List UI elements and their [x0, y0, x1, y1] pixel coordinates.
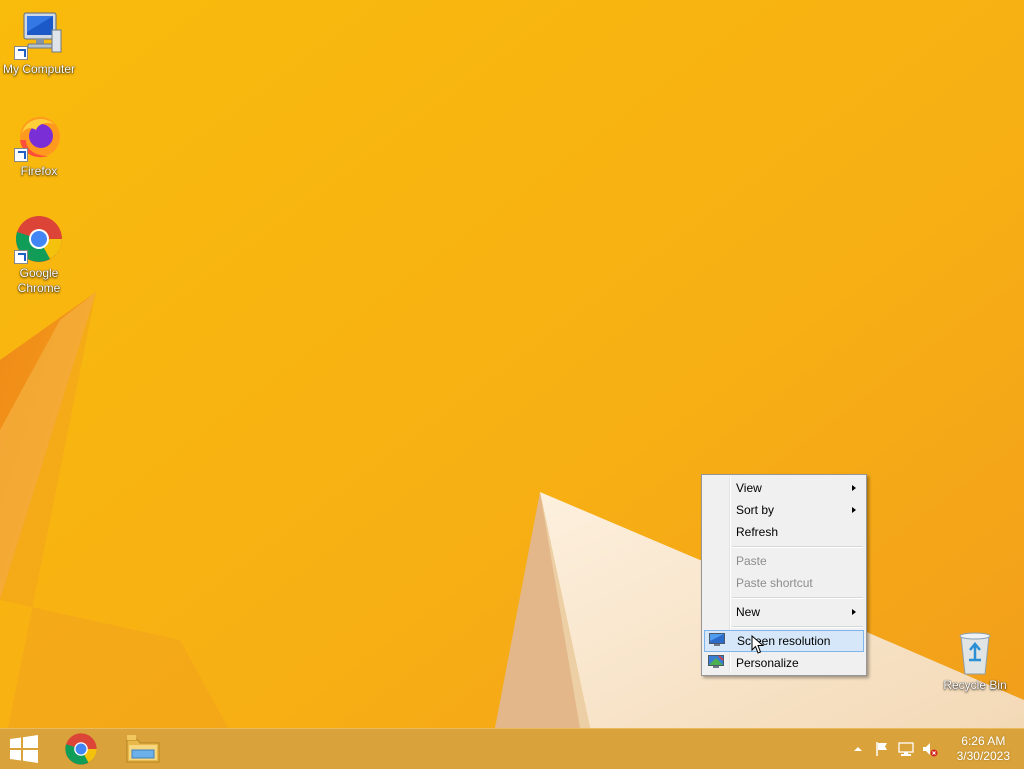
menu-item-paste-shortcut[interactable]: Paste shortcut — [704, 572, 864, 594]
action-center-flag-icon[interactable] — [874, 741, 890, 757]
shortcut-arrow-icon — [14, 46, 28, 60]
desktop-icon-label: Firefox — [20, 164, 58, 178]
desktop-wallpaper[interactable] — [0, 0, 1024, 768]
windows-logo-icon — [10, 735, 38, 763]
menu-item-view[interactable]: View — [704, 477, 864, 499]
show-hidden-icons-chevron[interactable] — [850, 741, 866, 757]
menu-item-label: Paste — [736, 554, 767, 568]
personalize-icon — [708, 655, 724, 668]
screen-resolution-icon — [709, 633, 725, 646]
recycle-bin-icon — [953, 630, 997, 676]
chrome-icon — [65, 733, 97, 765]
menu-item-label: Screen resolution — [737, 634, 831, 648]
firefox-icon — [14, 112, 64, 162]
desktop-icon-label: Google Chrome — [17, 266, 61, 295]
menu-item-paste[interactable]: Paste — [704, 550, 864, 572]
submenu-arrow-icon — [852, 609, 856, 615]
menu-item-new[interactable]: New — [704, 601, 864, 623]
chrome-icon — [14, 214, 64, 264]
desktop-icon-recycle-bin[interactable]: Recycle Bin — [936, 630, 1014, 693]
taskbar: 6:26 AM 3/30/2023 — [0, 728, 1024, 769]
computer-icon — [14, 10, 64, 60]
menu-item-label: View — [736, 481, 762, 495]
desktop-icon-google-chrome[interactable]: Google Chrome — [0, 214, 78, 296]
menu-item-label: Personalize — [736, 656, 799, 670]
menu-item-screen-resolution[interactable]: Screen resolution — [704, 630, 864, 652]
menu-item-refresh[interactable]: Refresh — [704, 521, 864, 543]
file-explorer-icon — [126, 735, 160, 763]
desktop-icon-label: My Computer — [2, 62, 76, 76]
submenu-arrow-icon — [852, 485, 856, 491]
desktop-icon-label: Recycle Bin — [943, 678, 1007, 692]
menu-item-personalize[interactable]: Personalize — [704, 652, 864, 674]
desktop-context-menu: View Sort by Refresh Paste Paste shortcu… — [701, 474, 867, 676]
start-button[interactable] — [0, 729, 54, 769]
menu-item-label: Paste shortcut — [736, 576, 813, 590]
volume-muted-icon[interactable] — [922, 741, 938, 757]
menu-separator — [732, 626, 863, 628]
desktop-icon-firefox[interactable]: Firefox — [0, 112, 78, 179]
menu-item-label: New — [736, 605, 761, 619]
submenu-arrow-icon — [852, 507, 856, 513]
shortcut-arrow-icon — [14, 250, 28, 264]
taskbar-clock[interactable]: 6:26 AM 3/30/2023 — [957, 734, 1010, 764]
desktop-icon-my-computer[interactable]: My Computer — [0, 10, 78, 77]
menu-separator — [732, 597, 863, 599]
taskbar-file-explorer-button[interactable] — [114, 729, 168, 769]
shortcut-arrow-icon — [14, 148, 28, 162]
menu-item-label: Refresh — [736, 525, 779, 539]
clock-date: 3/30/2023 — [956, 749, 1010, 763]
menu-item-label: Sort by — [736, 503, 775, 517]
taskbar-chrome-button[interactable] — [54, 729, 108, 769]
menu-separator — [732, 546, 863, 548]
clock-time: 6:26 AM — [961, 734, 1006, 748]
network-icon[interactable] — [898, 741, 914, 757]
menu-item-sort-by[interactable]: Sort by — [704, 499, 864, 521]
